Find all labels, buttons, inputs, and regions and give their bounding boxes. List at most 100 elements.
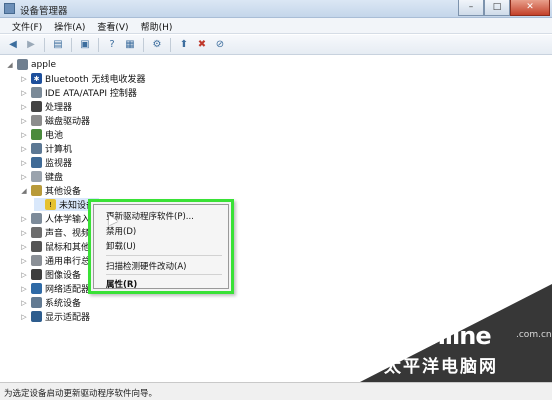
toolbar-separator — [170, 37, 171, 52]
uninstall-icon[interactable]: ✖ — [195, 38, 209, 52]
disable-menu-item[interactable]: 禁用(D) — [106, 225, 136, 237]
watermark-brand: PConline — [380, 322, 492, 350]
app-icon — [4, 3, 15, 14]
expand-icon[interactable]: ▷ — [20, 131, 28, 139]
collapse-icon[interactable]: ◢ — [20, 187, 28, 195]
tree-item-label: 电池 — [45, 131, 64, 141]
toolbar-separator — [71, 37, 72, 52]
tree-item-label: 显示适配器 — [45, 313, 91, 323]
sound-icon — [31, 227, 42, 238]
warning-icon: ! — [45, 199, 56, 210]
title-bar: 设备管理器 – □ ✕ — [0, 0, 552, 18]
status-text: 为选定设备启动更新驱动程序软件向导。 — [4, 389, 158, 399]
tree-item-keyboard[interactable]: ▷ 键盘 — [20, 170, 63, 183]
expand-icon[interactable]: ▷ — [20, 89, 28, 97]
uninstall-menu-item[interactable]: 卸载(U) — [106, 240, 136, 252]
minimize-button[interactable]: – — [458, 0, 484, 16]
close-button[interactable]: ✕ — [510, 0, 550, 16]
tree-item-label: 网络适配器 — [45, 285, 91, 295]
tree-root[interactable]: ◢ apple — [6, 58, 56, 71]
battery-icon — [31, 129, 42, 140]
help-icon[interactable]: ? — [105, 38, 119, 52]
display-adapter-icon — [31, 311, 42, 322]
device-icon[interactable]: ▦ — [123, 38, 137, 52]
expand-icon[interactable]: ▷ — [20, 159, 28, 167]
tree-item-imaging[interactable]: ▷ 图像设备 — [20, 268, 81, 281]
properties-icon[interactable]: ▣ — [78, 38, 92, 52]
tree-item-computer[interactable]: ▷ 计算机 — [20, 142, 72, 155]
collapse-icon[interactable]: ◢ — [6, 61, 14, 69]
forward-icon[interactable]: ▶ — [24, 38, 38, 52]
processor-icon — [31, 101, 42, 112]
expand-icon[interactable]: ▷ — [20, 299, 28, 307]
tree-item-disk[interactable]: ▷ 磁盘驱动器 — [20, 114, 90, 127]
tree-item-processor[interactable]: ▷ 处理器 — [20, 100, 72, 113]
ide-controller-icon — [31, 87, 42, 98]
disk-drive-icon — [31, 115, 42, 126]
tree-item-display[interactable]: ▷ 显示适配器 — [20, 310, 90, 323]
tree-item-label: 键盘 — [45, 173, 64, 183]
tree-item-network[interactable]: ▷ 网络适配器 — [20, 282, 90, 295]
tree-item-label: 监视器 — [45, 159, 73, 169]
menu-separator — [106, 274, 222, 275]
tree-item-ide[interactable]: ▷ IDE ATA/ATAPI 控制器 — [20, 86, 137, 99]
tree-item-bluetooth[interactable]: ▷ ✱ Bluetooth 无线电收发器 — [20, 72, 146, 85]
tree-item-label: 图像设备 — [45, 271, 82, 281]
window-controls: – □ ✕ — [458, 0, 550, 17]
tree-item-label: 其他设备 — [45, 187, 82, 197]
tree-item-label: 磁盘驱动器 — [45, 117, 91, 127]
menu-view[interactable]: 查看(V) — [91, 18, 134, 33]
scan-hardware-menu-item[interactable]: 扫描检测硬件改动(A) — [106, 260, 186, 272]
tree-item-monitor[interactable]: ▷ 监视器 — [20, 156, 72, 169]
expand-icon[interactable]: ▷ — [20, 117, 28, 125]
other-devices-icon — [31, 185, 42, 196]
expand-icon[interactable]: ▷ — [20, 271, 28, 279]
expand-icon[interactable]: ▷ — [20, 215, 28, 223]
tree-root-label: apple — [31, 59, 56, 70]
monitor-icon — [31, 157, 42, 168]
system-device-icon — [31, 297, 42, 308]
expand-icon[interactable]: ▷ — [20, 243, 28, 251]
bluetooth-icon: ✱ — [31, 73, 42, 84]
expand-icon[interactable]: ▷ — [20, 229, 28, 237]
network-adapter-icon — [31, 283, 42, 294]
menu-action[interactable]: 操作(A) — [48, 18, 91, 33]
expand-icon[interactable]: ▷ — [20, 173, 28, 181]
tree-item-system[interactable]: ▷ 系统设备 — [20, 296, 81, 309]
computer-icon — [17, 59, 28, 70]
menu-help[interactable]: 帮助(H) — [135, 18, 179, 33]
watermark-domain: .com.cn — [516, 330, 552, 340]
expand-icon[interactable]: ▷ — [20, 313, 28, 321]
maximize-button[interactable]: □ — [484, 0, 510, 16]
status-bar: 为选定设备启动更新驱动程序软件向导。 — [0, 382, 552, 400]
keyboard-icon — [31, 171, 42, 182]
watermark-chinese-name: 太平洋电脑网 — [384, 357, 498, 377]
scan-hardware-icon[interactable]: ⚙ — [150, 38, 164, 52]
hid-icon — [31, 213, 42, 224]
tree-item-other-devices[interactable]: ◢ 其他设备 — [20, 184, 81, 197]
update-driver-icon[interactable]: ⬆ — [177, 38, 191, 52]
update-driver-menu-item[interactable]: 更新驱动程序软件(P)... — [106, 210, 194, 222]
expand-icon[interactable]: ▷ — [20, 145, 28, 153]
tree-item-label: 计算机 — [45, 145, 73, 155]
usb-icon — [31, 255, 42, 266]
expand-icon[interactable]: ▷ — [20, 257, 28, 265]
menu-bar: 文件(F) 操作(A) 查看(V) 帮助(H) — [0, 18, 552, 34]
expand-icon[interactable]: ▷ — [20, 103, 28, 111]
window-title: 设备管理器 — [20, 6, 68, 17]
menu-file[interactable]: 文件(F) — [6, 18, 48, 33]
device-manager-window: 设备管理器 – □ ✕ 文件(F) 操作(A) 查看(V) 帮助(H) ◀ ▶ … — [0, 0, 552, 400]
disable-icon[interactable]: ⊘ — [213, 38, 227, 52]
tree-item-battery[interactable]: ▷ 电池 — [20, 128, 63, 141]
tree-item-label: Bluetooth 无线电收发器 — [45, 75, 146, 85]
expand-icon[interactable]: ▷ — [20, 75, 28, 83]
toolbar: ◀ ▶ ▤ ▣ ? ▦ ⚙ ⬆ ✖ ⊘ — [0, 35, 552, 55]
back-icon[interactable]: ◀ — [6, 38, 20, 52]
expand-icon[interactable]: ▷ — [20, 285, 28, 293]
watermark: PConline .com.cn 太平洋电脑网 — [360, 284, 552, 382]
properties-menu-item[interactable]: 属性(R) — [106, 278, 137, 290]
tree-item-label: 系统设备 — [45, 299, 82, 309]
tree-item-label: IDE ATA/ATAPI 控制器 — [45, 89, 137, 99]
tree-view-icon[interactable]: ▤ — [51, 38, 65, 52]
tree-item-label: 处理器 — [45, 103, 73, 113]
